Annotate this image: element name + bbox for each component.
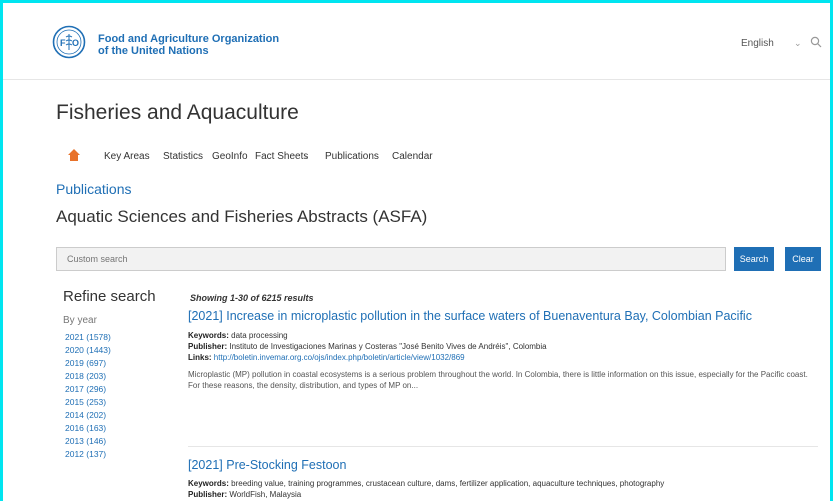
year-filter[interactable]: 2016 (163)	[65, 422, 111, 435]
nav-item-fact-sheets[interactable]: Fact Sheets	[255, 151, 308, 162]
svg-text:F: F	[60, 38, 66, 48]
keywords-label: Keywords:	[188, 479, 229, 488]
year-filter[interactable]: 2021 (1578)	[65, 331, 111, 344]
language-selector[interactable]: English	[741, 38, 774, 49]
year-filter[interactable]: 2012 (137)	[65, 448, 111, 461]
year-filter-list: 2021 (1578) 2020 (1443) 2019 (697) 2018 …	[65, 331, 111, 461]
breadcrumb[interactable]: Publications	[56, 181, 132, 197]
refine-search-title: Refine search	[63, 288, 156, 305]
by-year-label: By year	[63, 315, 97, 326]
publisher-value: Instituto de Investigaciones Marinas y C…	[229, 342, 547, 351]
nav-item-key-areas[interactable]: Key Areas	[104, 151, 150, 162]
site-header: F O Food and Agriculture Organization of…	[3, 3, 830, 80]
search-input[interactable]	[56, 247, 726, 271]
result-keywords: Keywords: breeding value, training progr…	[188, 478, 818, 489]
search-button[interactable]: Search	[734, 247, 774, 271]
fao-logo-icon[interactable]: F O	[52, 25, 86, 59]
chevron-down-icon: ⌄	[794, 38, 802, 48]
result-links: Links: http://boletin.invemar.org.co/ojs…	[188, 352, 818, 363]
result-title[interactable]: [2021] Increase in microplastic pollutio…	[188, 309, 818, 324]
publisher-label: Publisher:	[188, 342, 228, 351]
year-filter[interactable]: 2019 (697)	[65, 357, 111, 370]
result-link[interactable]: http://boletin.invemar.org.co/ojs/index.…	[214, 353, 465, 362]
divider	[188, 446, 818, 447]
page: F O Food and Agriculture Organization of…	[3, 3, 830, 501]
keywords-value: data processing	[231, 331, 288, 340]
result-keywords: Keywords: data processing	[188, 330, 818, 341]
nav-item-calendar[interactable]: Calendar	[392, 151, 433, 162]
links-label: Links:	[188, 353, 212, 362]
results-count: Showing 1-30 of 6215 results	[190, 293, 314, 303]
search-icon[interactable]	[810, 36, 822, 48]
page-title: Aquatic Sciences and Fisheries Abstracts…	[56, 207, 428, 226]
year-filter[interactable]: 2014 (202)	[65, 409, 111, 422]
nav-item-statistics[interactable]: Statistics	[163, 151, 203, 162]
org-name[interactable]: Food and Agriculture Organization of the…	[98, 33, 279, 57]
nav-item-publications[interactable]: Publications	[325, 151, 379, 162]
year-filter[interactable]: 2013 (146)	[65, 435, 111, 448]
result-title[interactable]: [2021] Pre-Stocking Festoon	[188, 458, 818, 473]
result-item: [2021] Pre-Stocking Festoon Keywords: br…	[188, 458, 818, 500]
year-filter[interactable]: 2018 (203)	[65, 370, 111, 383]
section-title: Fisheries and Aquaculture	[56, 101, 299, 124]
publisher-label: Publisher:	[188, 490, 228, 499]
nav-item-geoinfo[interactable]: GeoInfo	[212, 151, 248, 162]
result-publisher: Publisher: WorldFish, Malaysia	[188, 489, 818, 500]
home-icon[interactable]	[67, 148, 81, 162]
org-name-line1: Food and Agriculture Organization	[98, 33, 280, 45]
search-bar: Search Clear	[56, 247, 827, 271]
publisher-value: WorldFish, Malaysia	[229, 490, 302, 499]
keywords-label: Keywords:	[188, 331, 229, 340]
svg-text:O: O	[72, 38, 79, 48]
chevron-down-icon: ⌄	[303, 151, 310, 160]
org-name-line2: of the United Nations	[98, 45, 209, 57]
year-filter[interactable]: 2020 (1443)	[65, 344, 111, 357]
keywords-value: breeding value, training programmes, cru…	[231, 479, 665, 488]
year-filter[interactable]: 2015 (253)	[65, 396, 111, 409]
clear-button[interactable]: Clear	[785, 247, 821, 271]
result-publisher: Publisher: Instituto de Investigaciones …	[188, 341, 818, 352]
result-item: [2021] Increase in microplastic pollutio…	[188, 309, 818, 391]
year-filter[interactable]: 2017 (296)	[65, 383, 111, 396]
result-abstract: Microplastic (MP) pollution in coastal e…	[188, 370, 808, 390]
